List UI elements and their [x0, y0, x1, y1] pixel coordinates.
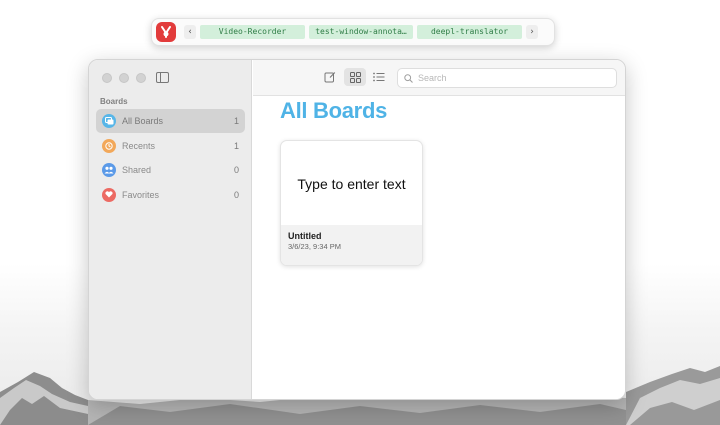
tab-deepl-translator[interactable]: deepl-translator	[417, 25, 522, 39]
sidebar-item-count: 1	[233, 140, 239, 151]
tab-next-button[interactable]: ›	[526, 25, 538, 39]
search-field[interactable]: Search	[397, 68, 617, 88]
sidebar-heading: Boards	[100, 97, 128, 106]
board-preview-text: Type to enter text	[297, 176, 406, 192]
boards-icon	[102, 114, 116, 128]
minimize-window-button[interactable]	[119, 73, 129, 83]
clock-icon	[102, 138, 116, 153]
list-icon	[373, 72, 385, 82]
sidebar-item-label: Recents	[122, 140, 156, 151]
heart-icon	[102, 187, 116, 202]
grid-icon	[349, 71, 361, 83]
search-icon	[404, 73, 413, 83]
sidebar-item-count: 0	[233, 189, 239, 200]
close-window-button[interactable]	[102, 73, 112, 83]
window-toolbar: Search	[253, 60, 625, 96]
sidebar-item-favorites[interactable]: Favorites 0	[96, 183, 245, 207]
board-card[interactable]: Type to enter text Untitled 3/6/23, 9:34…	[280, 140, 423, 266]
sidebar-item-shared[interactable]: Shared 0	[96, 158, 245, 182]
sidebar-item-count: 1	[233, 116, 239, 126]
sidebar-list: All Boards 1 Recents 1 Shared 0 Favorite…	[96, 109, 245, 207]
floating-toolbar: ‹ Video-Recorder test-window-annota… dee…	[151, 18, 555, 46]
tab-prev-button[interactable]: ‹	[184, 25, 196, 39]
sidebar-item-label: Favorites	[122, 189, 160, 200]
app-logo-icon[interactable]	[156, 22, 176, 42]
zoom-window-button[interactable]	[136, 73, 146, 83]
board-title: Untitled	[288, 231, 322, 241]
app-window: Boards All Boards 1 Recents 1 Shared 0 F…	[88, 59, 626, 400]
new-board-button[interactable]	[319, 68, 341, 86]
board-preview[interactable]: Type to enter text	[281, 141, 422, 227]
sidebar-item-label: Shared	[122, 165, 152, 175]
main-content: All Boards Type to enter text Untitled 3…	[253, 96, 625, 399]
sidebar-item-all-boards[interactable]: All Boards 1	[96, 109, 245, 133]
grid-view-button[interactable]	[344, 68, 366, 86]
people-icon	[102, 163, 116, 177]
tab-test-window-annotation[interactable]: test-window-annota…	[309, 25, 413, 39]
search-input[interactable]: Search	[418, 73, 447, 83]
list-view-button[interactable]	[368, 68, 390, 86]
compose-icon	[324, 72, 336, 83]
board-card-footer: Untitled 3/6/23, 9:34 PM	[281, 225, 422, 265]
board-date: 3/6/23, 9:34 PM	[288, 242, 341, 251]
sidebar-toggle-icon[interactable]	[156, 72, 169, 83]
window-controls	[102, 73, 146, 83]
sidebar: Boards All Boards 1 Recents 1 Shared 0 F…	[89, 60, 252, 399]
page-title: All Boards	[280, 98, 388, 123]
tab-video-recorder[interactable]: Video-Recorder	[200, 25, 305, 39]
sidebar-item-recents[interactable]: Recents 1	[96, 134, 245, 158]
sidebar-item-count: 0	[233, 165, 239, 175]
sidebar-item-label: All Boards	[122, 116, 164, 126]
